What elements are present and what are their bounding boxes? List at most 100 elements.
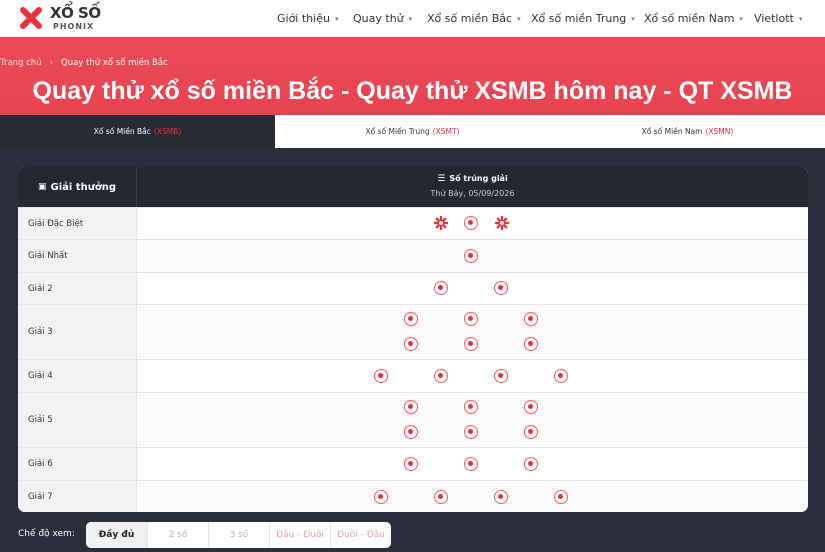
spinning-ball-icon [464, 249, 478, 263]
hero-banner: Trang chủ › Quay thử xổ số miền Bắc Quay t… [0, 37, 825, 115]
tab-xsmb[interactable]: Xổ số Miền Bắc (XSMB) [0, 115, 275, 148]
breadcrumb-home-link[interactable]: Trang chủ [0, 58, 42, 68]
spinning-ball-icon [464, 425, 478, 439]
nav-label: Quay thử [353, 12, 404, 25]
breadcrumb: Trang chủ › Quay thử xổ số miền Bắc [0, 58, 168, 68]
chevron-down-icon: ▾ [408, 14, 413, 23]
nav-item-gioi-thieu[interactable]: Giới thiệu ▾ [277, 0, 338, 37]
table-header: ▣ Giải thưởng ☰ Số trúng giải Thứ Bảy, 05/… [18, 167, 808, 207]
tab-xsmn[interactable]: Xổ số Miền Nam (XSMN) [550, 115, 825, 148]
spinning-ball-icon [494, 281, 508, 295]
spinning-ball-icon [404, 425, 418, 439]
nav-item-xsmb[interactable]: Xổ số miền Bắc ▾ [427, 0, 521, 37]
spinning-ball-icon [374, 369, 388, 383]
prize-label: Giải 5 [18, 393, 137, 447]
view-mode-tail-head-button[interactable]: Đuôi - Đầu [330, 522, 391, 548]
spinning-ball-icon [464, 337, 478, 351]
prize-label: Giải 6 [18, 448, 137, 480]
numbers-header-label: Số trúng giải [449, 174, 508, 183]
results-table: ▣ Giải thưởng ☰ Số trúng giải Thứ Bảy, 05/… [18, 167, 808, 512]
spinning-ball-icon [464, 400, 478, 414]
nav-label: Xổ số miền Bắc [427, 12, 513, 25]
prize-label: Giải 7 [18, 481, 137, 512]
spinning-ball-icon [524, 457, 538, 471]
breadcrumb-current: Quay thử xổ số miền Bắc [61, 58, 168, 68]
tab-code: (XSMT) [432, 127, 460, 136]
view-mode-selector: Đầy đủ 2 số 3 số Đầu - Đuôi Đuôi - Đầu [86, 522, 391, 548]
nav-item-xsmn[interactable]: Xổ số miền Nam ▾ [644, 0, 743, 37]
spinning-ball-icon [464, 216, 478, 230]
nav-label: Vietlott [754, 12, 794, 25]
tab-code: (XSMN) [705, 127, 734, 136]
spinning-ball-icon [434, 281, 448, 295]
view-mode-2-digits-button[interactable]: 2 số [147, 522, 208, 548]
view-mode-label: Chế độ xem: [18, 529, 75, 539]
page-title: Quay thử xổ số miền Bắc - Quay thử XSMB … [32, 77, 793, 105]
spinning-ball-icon [524, 425, 538, 439]
view-mode-full-button[interactable]: Đầy đủ [86, 522, 147, 548]
chevron-down-icon: ▾ [739, 14, 743, 23]
nav-item-vietlott[interactable]: Vietlott ▾ [754, 0, 802, 37]
nav-label: Xổ số miền Trung [531, 12, 627, 25]
spinning-ball-icon [554, 490, 568, 504]
calendar-icon: ▣ [38, 182, 47, 192]
prize-label: Giải Đặc Biệt [18, 208, 137, 239]
table-row-giai-nhat: Giải Nhất [18, 239, 808, 272]
draw-date: Thứ Bảy, 05/09/2026 [430, 189, 515, 198]
spinning-ball-icon [434, 490, 448, 504]
nav-label: Xổ số miền Nam [644, 12, 735, 25]
list-icon: ☰ [437, 174, 446, 184]
spinning-ball-icon [554, 369, 568, 383]
spinning-ball-icon [374, 490, 388, 504]
view-mode-3-digits-button[interactable]: 3 số [208, 522, 269, 548]
table-row-giai-5: Giải 5 [18, 392, 808, 447]
tab-xsmt[interactable]: Xổ số Miền Trung (XSMT) [275, 115, 550, 148]
spinning-ball-icon [494, 369, 508, 383]
nav-label: Giới thiệu [277, 12, 330, 25]
spinning-ball-icon [524, 337, 538, 351]
nav-item-xsmt[interactable]: Xổ số miền Trung ▾ [531, 0, 635, 37]
breadcrumb-separator: › [49, 58, 53, 68]
spinning-ball-icon [404, 312, 418, 326]
view-mode-head-tail-button[interactable]: Đầu - Đuôi [269, 522, 330, 548]
prize-label: Giải 2 [18, 273, 137, 304]
tab-code: (XSMB) [153, 127, 182, 136]
spinning-ball-icon [464, 457, 478, 471]
table-row-giai-4: Giải 4 [18, 359, 808, 392]
tab-label: Xổ số Miền Nam [641, 127, 703, 136]
spinning-ball-icon [404, 457, 418, 471]
prize-label: Giải 4 [18, 360, 137, 392]
spinning-ball-icon [494, 490, 508, 504]
spinning-ball-icon [524, 400, 538, 414]
nav-item-quay-thu[interactable]: Quay thử ▾ [353, 0, 412, 37]
spinning-ball-icon [404, 337, 418, 351]
table-row-giai-6: Giải 6 [18, 447, 808, 480]
spinning-special-icon [494, 215, 510, 231]
table-row-giai-3: Giải 3 [18, 304, 808, 359]
prize-label: Giải 3 [18, 305, 137, 359]
spinning-special-icon [433, 215, 449, 231]
tab-label: Xổ số Miền Trung [365, 127, 430, 136]
table-row-giai-dac-biet: Giải Đặc Biệt [18, 207, 808, 239]
spinning-ball-icon [434, 369, 448, 383]
spinning-ball-icon [404, 400, 418, 414]
logo-mark-icon [17, 4, 45, 32]
prize-column-header: ▣ Giải thưởng [18, 167, 137, 207]
site-logo[interactable]: XỔ SỐ PHONIX [16, 2, 126, 34]
logo-title: XỔ SỐ [50, 4, 101, 22]
prize-label: Giải Nhất [18, 240, 137, 272]
chevron-down-icon: ▾ [798, 14, 803, 23]
spinning-ball-icon [524, 312, 538, 326]
chevron-down-icon: ▾ [334, 14, 339, 23]
table-row-giai-7: Giải 7 [18, 480, 808, 512]
table-row-giai-2: Giải 2 [18, 272, 808, 304]
top-navbar: XỔ SỐ PHONIX Giới thiệu ▾ Quay thử ▾ Xổ số… [0, 0, 825, 37]
prize-header-label: Giải thưởng [50, 181, 116, 193]
chevron-down-icon: ▾ [517, 14, 521, 23]
logo-subtitle: PHONIX [53, 22, 95, 31]
region-tabs: Xổ số Miền Bắc (XSMB) Xổ số Miền Trung (XS… [0, 115, 825, 148]
tab-label: Xổ số Miền Bắc [93, 127, 151, 136]
chevron-down-icon: ▾ [631, 14, 635, 23]
numbers-column-header: ☰ Số trúng giải [137, 174, 808, 184]
spinning-ball-icon [464, 312, 478, 326]
